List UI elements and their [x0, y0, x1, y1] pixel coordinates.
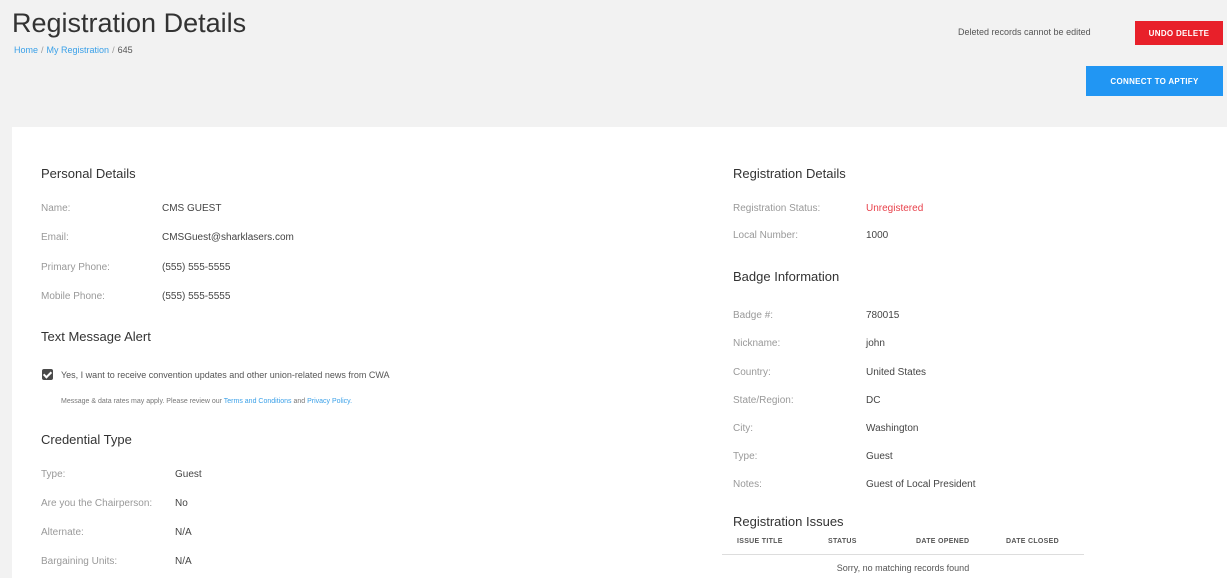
chairperson-value: No — [175, 498, 188, 509]
col-status[interactable]: STATUS — [828, 538, 857, 545]
privacy-link[interactable]: Privacy Policy. — [307, 398, 352, 405]
issues-empty-message: Sorry, no matching records found — [836, 563, 970, 573]
rates-text: Message & data rates may apply. Please r… — [61, 398, 222, 405]
bargaining-value: N/A — [175, 556, 192, 567]
state-value: DC — [866, 395, 881, 406]
notes-label: Notes: — [733, 479, 762, 490]
details-card — [12, 127, 1227, 578]
terms-link[interactable]: Terms and Conditions — [224, 398, 292, 405]
country-label: Country: — [733, 367, 771, 378]
name-label: Name: — [41, 203, 71, 214]
badge-number-label: Badge #: — [733, 310, 774, 321]
breadcrumb-current: 645 — [117, 45, 133, 55]
chairperson-label: Are you the Chairperson: — [41, 498, 153, 509]
badge-number-value: 780015 — [866, 310, 900, 321]
and-text: and — [293, 398, 306, 405]
registration-details-title: Registration Details — [733, 166, 846, 181]
city-label: City: — [733, 423, 753, 434]
badge-type-value: Guest — [866, 451, 893, 462]
email-label: Email: — [41, 232, 69, 243]
rates-disclaimer: Message & data rates may apply. Please r… — [61, 398, 352, 405]
badge-type-label: Type: — [733, 451, 758, 462]
local-number-value: 1000 — [866, 230, 889, 241]
breadcrumb-separator: / — [112, 45, 115, 55]
city-value: Washington — [866, 423, 919, 434]
breadcrumb-separator: / — [41, 45, 44, 55]
breadcrumb: Home / My Registration/645 — [14, 45, 133, 55]
local-number-label: Local Number: — [733, 230, 799, 241]
col-issue-title[interactable]: ISSUE TITLE — [737, 538, 783, 545]
primary-phone-label: Primary Phone: — [41, 262, 110, 273]
mobile-phone-value: (555) 555-5555 — [162, 291, 231, 302]
registration-status-label: Registration Status: — [733, 203, 821, 214]
alternate-value: N/A — [175, 527, 192, 538]
deleted-note: Deleted records cannot be edited — [958, 27, 1091, 37]
alternate-label: Alternate: — [41, 527, 84, 538]
bargaining-label: Bargaining Units: — [41, 556, 118, 567]
nickname-label: Nickname: — [733, 338, 781, 349]
name-value: CMS GUEST — [162, 203, 222, 214]
state-label: State/Region: — [733, 395, 794, 406]
page-title: Registration Details — [12, 8, 247, 38]
primary-phone-value: (555) 555-5555 — [162, 262, 231, 273]
issues-table-header: ISSUE TITLE STATUS DATE OPENED DATE CLOS… — [722, 530, 1084, 555]
sms-consent-text: Yes, I want to receive convention update… — [61, 370, 390, 380]
undo-delete-button[interactable]: UNDO DELETE — [1135, 21, 1223, 45]
breadcrumb-home-link[interactable]: Home — [14, 45, 38, 55]
text-alert-title: Text Message Alert — [41, 329, 151, 344]
registration-issues-title: Registration Issues — [733, 514, 844, 529]
col-date-closed[interactable]: DATE CLOSED — [1006, 538, 1059, 545]
issues-table: ISSUE TITLE STATUS DATE OPENED DATE CLOS… — [722, 530, 1084, 573]
notes-value: Guest of Local President — [866, 479, 976, 490]
connect-to-aptify-button[interactable]: CONNECT TO APTIFY — [1086, 66, 1223, 96]
personal-details-title: Personal Details — [41, 166, 136, 181]
email-value: CMSGuest@sharklasers.com — [162, 232, 294, 243]
breadcrumb-my-registration-link[interactable]: My Registration — [47, 45, 110, 55]
mobile-phone-label: Mobile Phone: — [41, 291, 105, 302]
credential-type-value: Guest — [175, 469, 202, 480]
nickname-value: john — [866, 338, 885, 349]
registration-status-value: Unregistered — [866, 203, 924, 214]
sms-consent-checkbox[interactable] — [42, 369, 53, 380]
col-date-opened[interactable]: DATE OPENED — [916, 538, 969, 545]
credential-type-label: Type: — [41, 469, 66, 480]
credential-type-title: Credential Type — [41, 432, 132, 447]
badge-information-title: Badge Information — [733, 269, 840, 284]
country-value: United States — [866, 367, 927, 378]
